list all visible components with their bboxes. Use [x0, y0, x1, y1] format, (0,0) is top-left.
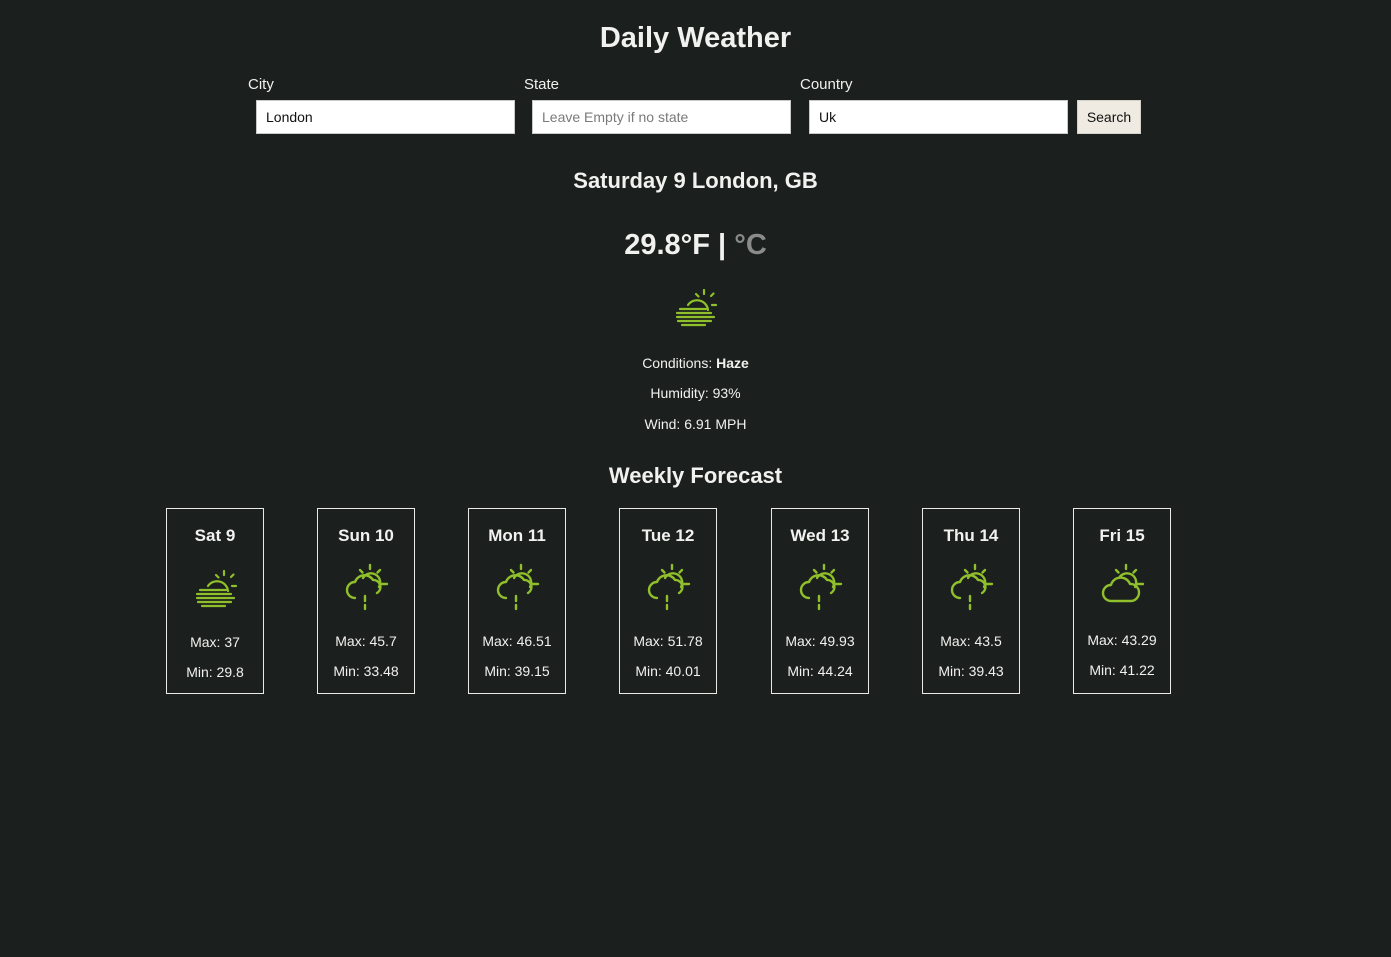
forecast-min: Min: 41.22	[1089, 662, 1155, 678]
wind-line: Wind: 6.91 MPH	[644, 416, 747, 432]
celsius-toggle[interactable]: °C	[734, 229, 767, 261]
conditions-line: Conditions: Haze	[0, 355, 1391, 371]
city-label: City	[248, 76, 274, 93]
state-input[interactable]	[532, 100, 791, 134]
forecast-min: Min: 39.43	[938, 663, 1004, 679]
forecast-min: Min: 40.01	[635, 663, 701, 679]
forecast-max: Max: 43.5	[940, 633, 1002, 649]
forecast-day: Thu 14	[943, 526, 999, 545]
page-title: Daily Weather	[599, 22, 792, 54]
forecast-card: Mon 11 Max: 46.51 Min: 39.15	[468, 508, 566, 694]
forecast-day: Wed 13	[790, 526, 850, 545]
forecast-max: Max: 46.51	[482, 633, 552, 649]
forecast-max: Max: 43.29	[1087, 632, 1157, 648]
forecast-max: Max: 37	[190, 634, 240, 650]
cloud-sun-rain-icon	[345, 563, 389, 611]
forecast-day: Sat 9	[194, 526, 236, 545]
haze-icon	[674, 288, 718, 328]
forecast-card: Tue 12 Max: 51.78 Min: 40.01	[619, 508, 717, 694]
cloud-sun-icon	[1101, 563, 1145, 611]
forecast-heading: Weekly Forecast	[608, 463, 783, 488]
forecast-card: Wed 13 Max: 49.93 Min: 44.24	[771, 508, 869, 694]
forecast-day: Tue 12	[641, 526, 695, 545]
forecast-day: Fri 15	[1099, 526, 1145, 545]
forecast-card: Sat 9 Max: 37 Min: 29.8	[166, 508, 264, 694]
unit-separator: |	[718, 229, 727, 261]
forecast-card: Fri 15 Max: 43.29 Min: 41.22	[1073, 508, 1171, 694]
haze-icon	[194, 567, 238, 611]
forecast-max: Max: 45.7	[335, 633, 397, 649]
city-input[interactable]	[256, 100, 515, 134]
forecast-max: Max: 51.78	[633, 633, 703, 649]
search-button[interactable]: Search	[1077, 100, 1141, 134]
conditions-value: Haze	[716, 355, 749, 371]
current-date-location: Saturday 9 London, GB	[573, 168, 818, 193]
cloud-sun-rain-icon	[496, 563, 540, 611]
conditions-label: Conditions:	[642, 355, 717, 371]
forecast-min: Min: 33.48	[333, 663, 399, 679]
forecast-min: Min: 39.15	[484, 663, 550, 679]
current-temperature-row: 29.8°F | °C	[0, 229, 1391, 262]
forecast-card: Sun 10 Max: 45.7 Min: 33.48	[317, 508, 415, 694]
forecast-day: Mon 11	[488, 526, 546, 545]
forecast-max: Max: 49.93	[785, 633, 855, 649]
forecast-card: Thu 14 Max: 43.5 Min: 39.43	[922, 508, 1020, 694]
cloud-sun-rain-icon	[950, 563, 994, 611]
country-input[interactable]	[809, 100, 1068, 134]
country-label: Country	[800, 76, 853, 93]
cloud-sun-rain-icon	[647, 563, 691, 611]
cloud-sun-rain-icon	[799, 563, 843, 611]
humidity-line: Humidity: 93%	[650, 385, 741, 401]
current-temperature: 29.8°F	[624, 229, 710, 261]
forecast-min: Min: 44.24	[787, 663, 853, 679]
state-label: State	[524, 76, 560, 93]
forecast-min: Min: 29.8	[186, 664, 244, 680]
forecast-day: Sun 10	[338, 526, 394, 545]
